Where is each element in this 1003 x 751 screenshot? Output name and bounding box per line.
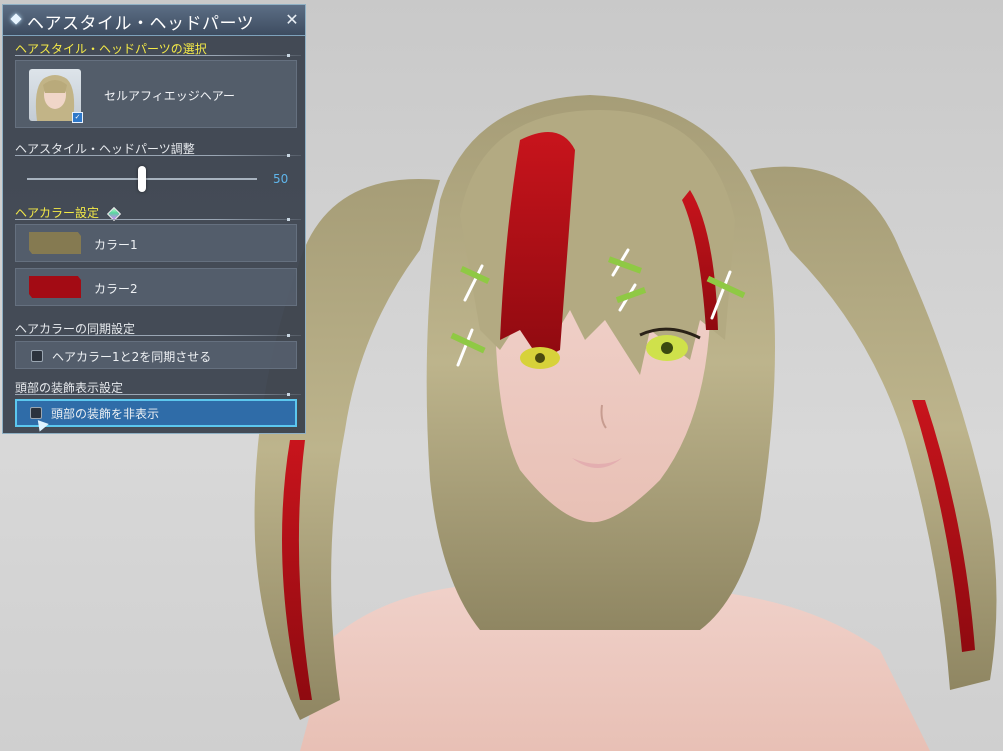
owned-badge-icon: ✓ [72,112,83,123]
hide-head-decor-label: 頭部の装飾を非表示 [51,407,160,421]
hide-head-decor-row[interactable]: 頭部の装飾を非表示 [15,399,297,432]
divider-dot [287,393,290,396]
color-2-label: カラー2 [94,282,138,296]
hairstyle-select-row[interactable]: ✓ セルアフィエッジヘアー [15,60,297,128]
sync-colors-checkbox[interactable] [31,350,43,362]
sync-colors-row[interactable]: ヘアカラー1と2を同期させる [15,341,297,369]
color-1-swatch [29,232,81,254]
panel-titlebar[interactable]: ヘアスタイル・ヘッドパーツ ✕ [3,5,305,36]
sync-colors-label: ヘアカラー1と2を同期させる [52,350,212,364]
section-divider [15,335,301,336]
divider-dot [287,154,290,157]
diamond-icon [10,13,22,25]
color-1-row[interactable]: カラー1 [15,224,297,262]
adjust-slider-handle[interactable] [138,166,146,192]
divider-dot [287,334,290,337]
divider-dot [287,54,290,57]
section-divider [15,55,301,56]
close-button[interactable]: ✕ [283,11,301,29]
hairstyle-name: セルアフィエッジヘアー [104,89,236,103]
section-divider [15,394,301,395]
color-1-label: カラー1 [94,238,138,252]
hairstyle-panel: ヘアスタイル・ヘッドパーツ ✕ ヘアスタイル・ヘッドパーツの選択 ✓ セルアフィ… [2,4,306,434]
color-2-swatch [29,276,81,298]
adjust-slider-value: 50 [273,172,289,186]
color-2-row[interactable]: カラー2 [15,268,297,306]
section-divider [15,219,301,220]
divider-dot [287,218,290,221]
panel-title: ヘアスタイル・ヘッドパーツ [27,14,255,34]
section-divider [15,155,301,156]
